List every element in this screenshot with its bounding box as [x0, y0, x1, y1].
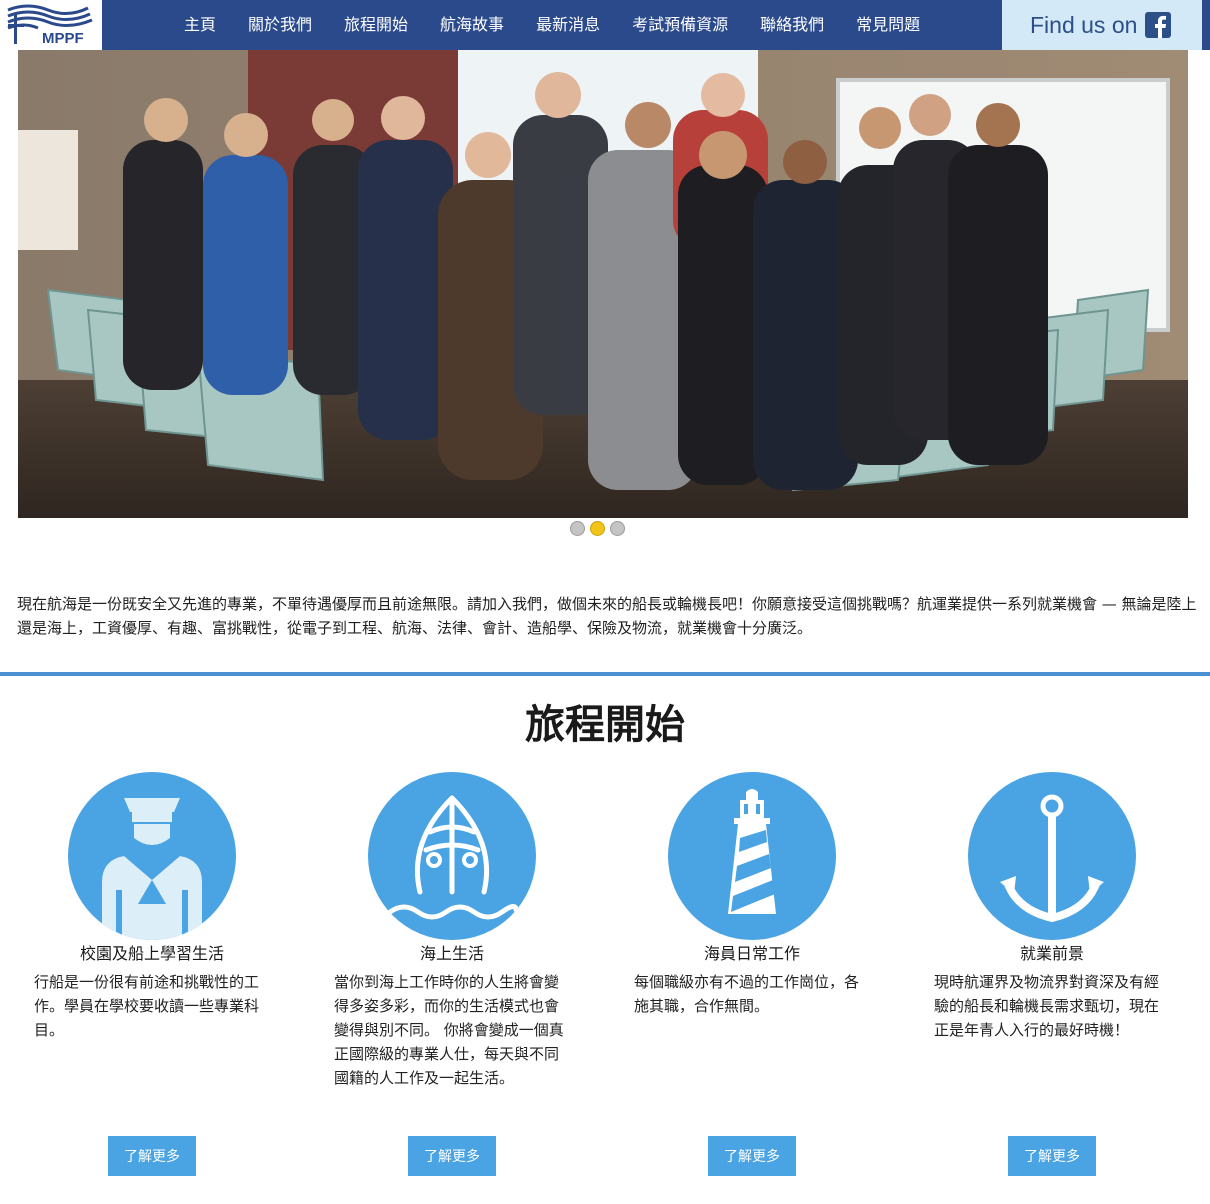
slide-dots — [570, 521, 625, 536]
facebook-link[interactable]: Find us on — [1002, 0, 1202, 50]
mppf-logo[interactable]: MPPF — [0, 0, 102, 50]
site-header: MPPF 主頁 關於我們 旅程開始 航海故事 最新消息 考試預備資源 聯絡我們 … — [0, 0, 1210, 50]
nav-item-news[interactable]: 最新消息 — [520, 0, 616, 50]
section-divider — [0, 672, 1210, 676]
facebook-icon — [1145, 12, 1172, 38]
learn-more-button[interactable]: 了解更多 — [1008, 1136, 1096, 1176]
hero-slideshow[interactable] — [18, 50, 1188, 518]
slide-dot-1[interactable] — [570, 521, 585, 536]
ship-icon — [368, 772, 536, 940]
nav-item-faq[interactable]: 常見問題 — [840, 0, 936, 50]
card-title: 就業前景 — [1019, 944, 1084, 963]
group-photo — [18, 50, 1188, 518]
card-title: 校園及船上學習生活 — [79, 944, 224, 963]
intro-paragraph: 現在航海是一份既安全又先進的專業，不單待遇優厚而且前途無限。請加入我們，做個未來… — [17, 595, 1197, 637]
sailor-icon — [68, 772, 236, 940]
slide-dot-2[interactable] — [590, 521, 605, 536]
card-title: 海員日常工作 — [703, 944, 800, 963]
card-title: 海上生活 — [419, 944, 484, 963]
slide-dot-3[interactable] — [610, 521, 625, 536]
nav-item-stories[interactable]: 航海故事 — [424, 0, 520, 50]
learn-more-button[interactable]: 了解更多 — [708, 1136, 796, 1176]
nav-item-exam-resources[interactable]: 考試預備資源 — [616, 0, 744, 50]
facebook-label: Find us on — [1030, 11, 1138, 38]
nav-item-home[interactable]: 主頁 — [168, 0, 232, 50]
nav-item-contact[interactable]: 聯絡我們 — [744, 0, 840, 50]
main-nav: 主頁 關於我們 旅程開始 航海故事 最新消息 考試預備資源 聯絡我們 常見問題 — [168, 0, 936, 50]
logo-text: MPPF — [42, 30, 84, 47]
card-text: 當你到海上工作時你的人生將會變得多姿多彩，而你的生活模式也會變得與別不同。 你將… — [334, 973, 564, 1087]
card-text: 行船是一份很有前途和挑戰性的工作。學員在學校要收讀一些專業科目。 — [34, 973, 260, 1039]
card-text: 現時航運界及物流界對資深及有經驗的船長和輪機長需求甄切，現在正是年青人入行的最好… — [934, 973, 1160, 1039]
learn-more-button[interactable]: 了解更多 — [408, 1136, 496, 1176]
anchor-icon — [968, 772, 1136, 940]
nav-item-journey[interactable]: 旅程開始 — [328, 0, 424, 50]
nav-item-about[interactable]: 關於我們 — [232, 0, 328, 50]
lighthouse-icon — [668, 772, 836, 940]
card-text: 每個職級亦有不過的工作崗位，各施其職，合作無間。 — [634, 973, 860, 1015]
section-title: 旅程開始 — [525, 702, 685, 748]
learn-more-button[interactable]: 了解更多 — [108, 1136, 196, 1176]
